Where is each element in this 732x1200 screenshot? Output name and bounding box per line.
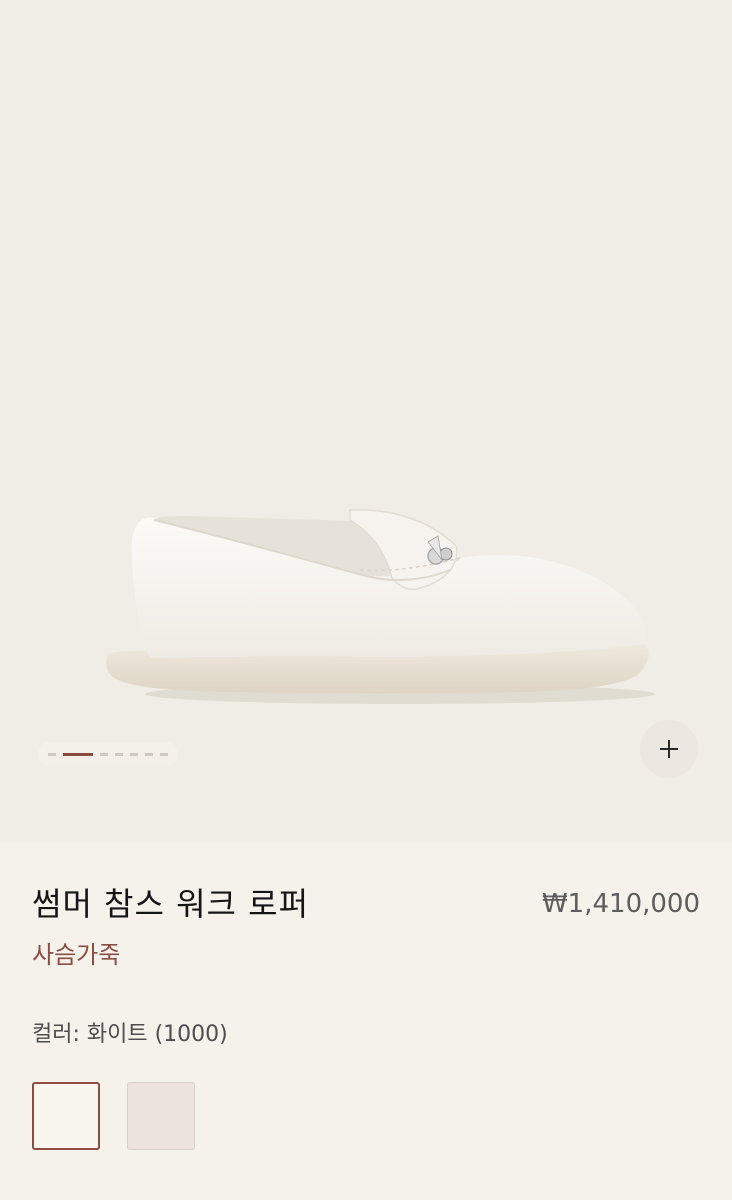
image-pager[interactable] — [38, 742, 178, 766]
product-gallery[interactable] — [0, 0, 732, 842]
product-material: 사슴가죽 — [32, 941, 121, 969]
pager-dot[interactable] — [145, 752, 153, 756]
pager-dot-active[interactable] — [63, 752, 93, 756]
zoom-button[interactable] — [640, 720, 698, 778]
pager-dot[interactable] — [100, 752, 108, 756]
pager-dot[interactable] — [130, 752, 138, 756]
pager-dot[interactable] — [160, 752, 168, 756]
plus-icon — [660, 740, 678, 758]
color-label: 컬러: 화이트 (1000) — [32, 1022, 228, 1047]
pager-dot[interactable] — [115, 752, 123, 756]
product-title: 썸머 참스 워크 로퍼 — [32, 885, 310, 923]
color-swatch-white[interactable] — [32, 1082, 100, 1150]
pager-dot[interactable] — [48, 752, 56, 756]
product-price: ₩1,410,000 — [541, 889, 700, 919]
color-swatch-beige[interactable] — [127, 1082, 195, 1150]
product-image — [106, 509, 655, 704]
